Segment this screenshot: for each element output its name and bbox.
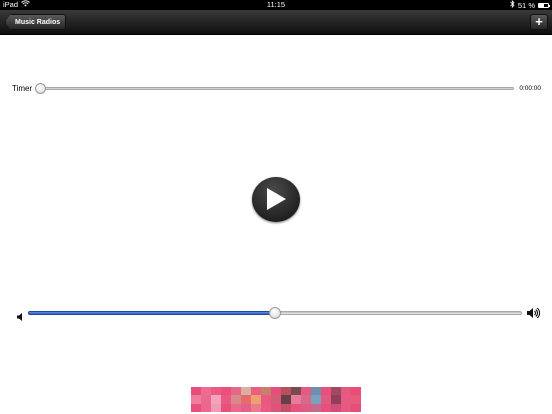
- ad-banner-pixel: [351, 387, 361, 396]
- ad-banner-pixel: [231, 395, 241, 404]
- ad-banner-pixel: [281, 395, 291, 404]
- play-icon[interactable]: [267, 188, 286, 210]
- ad-banner-pixel: [241, 395, 251, 404]
- timer-value: 0:00:00: [519, 85, 541, 92]
- ad-banner-pixel: [261, 395, 271, 404]
- ad-banner-pixel: [341, 395, 351, 404]
- ad-banner-pixel: [341, 403, 351, 412]
- add-button[interactable]: +: [530, 14, 548, 30]
- ad-banner-pixel: [331, 387, 341, 396]
- battery-icon: [538, 3, 550, 8]
- ad-banner-pixel: [321, 395, 331, 404]
- battery-level: [539, 4, 544, 7]
- ad-banner-pixel: [311, 387, 321, 396]
- ad-banner-pixel: [191, 387, 201, 396]
- ad-banner-pixel: [271, 387, 281, 396]
- ad-banner-pixel: [191, 395, 201, 404]
- timer-slider-thumb[interactable]: [35, 83, 46, 94]
- ad-banner[interactable]: [191, 387, 361, 412]
- ad-banner-pixel: [341, 387, 351, 396]
- ad-banner-pixel: [231, 387, 241, 396]
- ad-banner-pixel: [271, 403, 281, 412]
- volume-high-icon: [527, 306, 541, 324]
- ad-banner-pixel: [251, 395, 261, 404]
- ad-banner-pixel: [191, 403, 201, 412]
- ad-banner-pixel: [251, 403, 261, 412]
- ad-banner-pixel: [281, 387, 291, 396]
- app-screen: iPad 11:15 51 % Music Radios + Timer 0:0…: [0, 0, 552, 414]
- ad-banner-pixel: [291, 395, 301, 404]
- volume-slider-fill: [28, 311, 275, 315]
- ad-banner-pixel: [301, 395, 311, 404]
- ad-banner-pixel: [221, 395, 231, 404]
- ad-banner-pixel: [211, 395, 221, 404]
- ad-banner-pixel: [311, 403, 321, 412]
- volume-low-icon: [17, 308, 24, 326]
- ad-banner-pixel: [201, 387, 211, 396]
- ad-banner-pixel: [331, 403, 341, 412]
- volume-slider-thumb[interactable]: [269, 307, 281, 319]
- ad-banner-pixel: [321, 403, 331, 412]
- ad-banner-pixel: [351, 395, 361, 404]
- ad-banner-pixel: [241, 387, 251, 396]
- ad-banner-pixel: [211, 403, 221, 412]
- timer-label: Timer: [12, 84, 33, 93]
- timer-slider-track[interactable]: [40, 87, 514, 90]
- battery-percent: 51 %: [517, 0, 535, 10]
- ad-banner-pixel: [271, 395, 281, 404]
- ad-banner-pixel: [291, 403, 301, 412]
- ad-banner-pixel: [201, 403, 211, 412]
- ad-banner-pixel: [221, 403, 231, 412]
- ad-banner-pixel: [351, 403, 361, 412]
- ad-banner-pixel: [221, 387, 231, 396]
- ad-banner-pixel: [261, 387, 271, 396]
- navigation-bar: Music Radios +: [0, 10, 552, 35]
- ad-banner-pixel: [211, 387, 221, 396]
- ad-banner-pixel: [301, 403, 311, 412]
- ad-banner-pixel: [281, 403, 291, 412]
- ad-banner-pixel: [291, 387, 301, 396]
- status-bar: iPad 11:15 51 %: [0, 0, 552, 10]
- status-time: 11:15: [266, 0, 286, 9]
- ad-banner-pixel: [311, 395, 321, 404]
- ad-banner-pixel: [321, 387, 331, 396]
- ad-banner-pixel: [261, 403, 271, 412]
- ad-banner-pixel: [231, 403, 241, 412]
- ad-banner-pixel: [201, 395, 211, 404]
- ad-banner-pixel: [241, 403, 251, 412]
- ad-banner-pixel: [301, 387, 311, 396]
- ad-banner-pixel: [331, 395, 341, 404]
- back-button[interactable]: Music Radios: [5, 14, 67, 30]
- ad-banner-pixel: [251, 387, 261, 396]
